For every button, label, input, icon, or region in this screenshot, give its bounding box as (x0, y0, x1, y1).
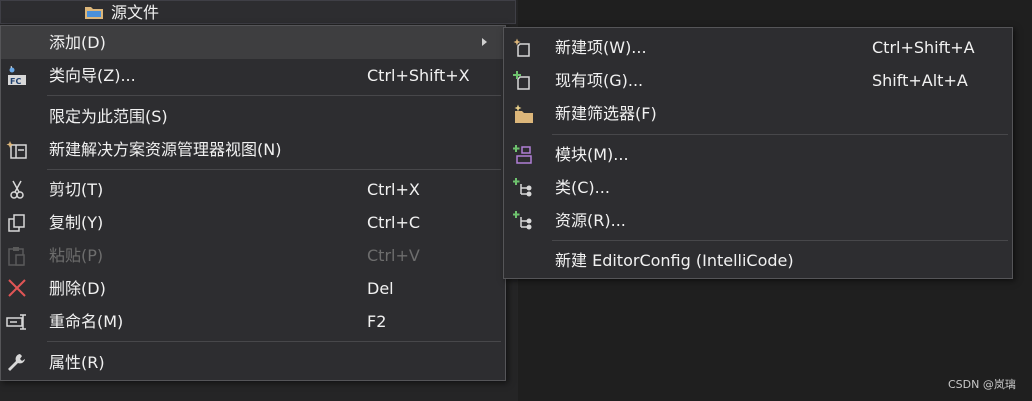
menu-item-label: 重命名(M) (49, 312, 124, 331)
menu-item-class-wizard[interactable]: FC 类向导(Z)... Ctrl+Shift+X (1, 59, 505, 92)
wrench-icon (8, 354, 25, 371)
paste-icon (8, 247, 25, 266)
menu-item-copy[interactable]: 复制(Y) Ctrl+C (1, 206, 505, 239)
menu-item-add[interactable]: 添加(D) (1, 26, 505, 59)
rename-icon (6, 314, 26, 330)
menu-item-delete[interactable]: 删除(D) Del (1, 272, 505, 305)
add-submenu: 新建项(W)... Ctrl+Shift+A 现有项(G)... Shift+A… (503, 27, 1013, 279)
menu-item-shortcut: Shift+Alt+A (872, 71, 968, 90)
menu-item-label: 新建解决方案资源管理器视图(N) (49, 140, 282, 159)
new-item-icon (513, 38, 530, 57)
submenu-item-resource[interactable]: 资源(R)... (504, 204, 1012, 237)
folder-icon (85, 7, 103, 19)
submenu-item-new-item[interactable]: 新建项(W)... Ctrl+Shift+A (504, 31, 1012, 64)
submenu-item-module[interactable]: 模块(M)... (504, 138, 1012, 171)
menu-item-label: 现有项(G)... (555, 71, 644, 90)
tree-item-label: 源文件 (111, 3, 160, 22)
menu-item-properties[interactable]: 属性(R) (1, 346, 505, 379)
menu-item-label: 添加(D) (49, 33, 106, 52)
menu-item-rename[interactable]: 重命名(M) F2 (1, 305, 505, 338)
menu-item-label: 类(C)... (555, 178, 610, 197)
submenu-item-class[interactable]: 类(C)... (504, 171, 1012, 204)
menu-item-shortcut: F2 (367, 312, 387, 331)
watermark: CSDN @岚璃 (948, 378, 1016, 391)
menu-item-shortcut: Ctrl+C (367, 213, 421, 232)
copy-icon (8, 214, 25, 232)
menu-item-paste[interactable]: 粘贴(P) Ctrl+V (1, 239, 505, 272)
menu-item-label: 新建筛选器(F) (555, 104, 657, 123)
new-solution-view-icon (6, 141, 27, 159)
module-icon (513, 145, 532, 164)
menu-item-new-solution-view[interactable]: 新建解决方案资源管理器视图(N) (1, 133, 505, 166)
svg-text:FC: FC (10, 77, 21, 86)
menu-item-scope-to-this[interactable]: 限定为此范围(S) (1, 100, 505, 133)
menu-separator (552, 240, 1008, 241)
menu-item-label: 粘贴(P) (49, 246, 104, 265)
submenu-item-existing-item[interactable]: 现有项(G)... Shift+Alt+A (504, 64, 1012, 97)
resource-icon (513, 211, 532, 230)
menu-separator (47, 341, 501, 342)
menu-item-label: 新建 EditorConfig (IntelliCode) (555, 251, 794, 270)
submenu-item-new-editorconfig[interactable]: 新建 EditorConfig (IntelliCode) (504, 244, 1012, 277)
menu-item-label: 剪切(T) (49, 180, 104, 199)
menu-item-shortcut: Ctrl+X (367, 180, 420, 199)
menu-item-shortcut: Del (367, 279, 394, 298)
tree-item-source-files[interactable]: 源文件 (0, 0, 516, 24)
context-menu: 添加(D) FC 类向导(Z)... Ctrl+Shift+X 限定为此范围(S… (0, 25, 506, 381)
class-icon (513, 178, 532, 197)
menu-item-label: 删除(D) (49, 279, 106, 298)
new-filter-folder-icon (514, 104, 533, 123)
existing-item-icon (513, 71, 530, 90)
menu-item-shortcut: Ctrl+V (367, 246, 420, 265)
scissors-icon (10, 180, 24, 199)
menu-separator (47, 169, 501, 170)
class-wizard-icon: FC (8, 66, 26, 86)
menu-item-label: 资源(R)... (555, 211, 626, 230)
menu-item-label: 限定为此范围(S) (49, 107, 168, 126)
menu-item-shortcut: Ctrl+Shift+A (872, 38, 975, 57)
menu-item-label: 属性(R) (49, 353, 105, 372)
submenu-item-new-filter[interactable]: 新建筛选器(F) (504, 97, 1012, 130)
menu-item-shortcut: Ctrl+Shift+X (367, 66, 470, 85)
submenu-arrow-icon (482, 38, 487, 46)
menu-item-label: 模块(M)... (555, 145, 629, 164)
menu-item-label: 复制(Y) (49, 213, 104, 232)
menu-item-cut[interactable]: 剪切(T) Ctrl+X (1, 173, 505, 206)
menu-item-label: 新建项(W)... (555, 38, 647, 57)
menu-separator (47, 95, 501, 96)
menu-separator (552, 134, 1008, 135)
delete-x-icon (8, 279, 26, 297)
menu-item-label: 类向导(Z)... (49, 66, 136, 85)
